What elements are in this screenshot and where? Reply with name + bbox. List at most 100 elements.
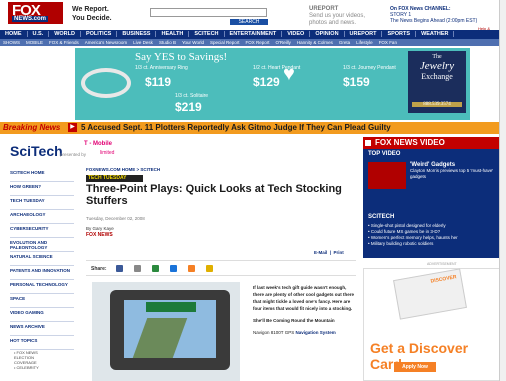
ureport-line-2: photos and news. xyxy=(309,20,357,26)
breadcrumb[interactable]: FOXNEWS.COM HOME > SCITECH xyxy=(86,167,160,172)
video-desc: Clayton Morris previews top 5 'must-have… xyxy=(410,168,494,179)
share-label: Share: xyxy=(91,266,107,272)
subnav-item-2[interactable]: FOX & Friends xyxy=(46,40,82,45)
channel-note: The News Begins Ahead (2:00pm EST) xyxy=(390,18,478,24)
section-nav-item-10[interactable]: VIDEO GAMING xyxy=(10,308,74,322)
subnav-item-11[interactable]: Greta xyxy=(336,40,353,45)
tagline-line-1: We Report. xyxy=(72,6,109,13)
section-nav-item-0[interactable]: SCITECH HOME xyxy=(10,168,74,182)
heart-pendant-icon: ♥ xyxy=(283,63,295,85)
ureport-promo[interactable]: UREPORT Send us your videos, photos and … xyxy=(309,6,365,27)
tmobile-logo[interactable]: T - Mobile xyxy=(84,141,112,147)
nav-item-8[interactable]: VIDEO xyxy=(282,31,311,37)
ad-p2-price: $129 xyxy=(253,75,280,89)
nav-item-0[interactable]: HOME xyxy=(0,31,28,37)
subnav-item-0[interactable]: SHOWS xyxy=(0,40,23,45)
subnav-item-12[interactable]: Lifestyle xyxy=(353,40,376,45)
nav-item-9[interactable]: OPINION xyxy=(310,31,345,37)
search-button[interactable]: SEARCH xyxy=(230,19,268,25)
video-thumbnail[interactable] xyxy=(368,162,406,189)
nav-item-6[interactable]: SCITECH xyxy=(189,31,225,37)
nav-item-2[interactable]: WORLD xyxy=(49,31,81,37)
section-nav-item-11[interactable]: NEWS ARCHIVE xyxy=(10,322,74,336)
section-nav-item-12[interactable]: HOT TOPICS xyxy=(10,336,74,350)
jx-phone: 888.539.3574 xyxy=(412,102,462,107)
ureport-line-1: Send us your videos, xyxy=(309,13,366,19)
section-nav-item-9[interactable]: SPACE xyxy=(10,294,74,308)
subnav-item-10[interactable]: Hannity & Colmes xyxy=(294,40,336,45)
subnav-item-6[interactable]: Your World xyxy=(179,40,207,45)
ad-p4-label: 1/3 ct. Journey Pendant xyxy=(343,65,396,71)
scitech-box-title: SCITECH xyxy=(368,214,395,220)
section-nav: SCITECH HOME HOW GREEN? TECH TUESDAY ARCHAE… xyxy=(10,168,74,370)
logo-newscom: NEWS.com xyxy=(12,16,49,22)
hot-topic-item-3[interactable]: • CELEBRITY xyxy=(10,365,74,370)
article-source: FOX NEWS xyxy=(86,232,113,238)
channel-promo[interactable]: On FOX News CHANNEL: STORY 1 The News Be… xyxy=(390,6,477,24)
email-print-links: E-Mail | Print xyxy=(314,250,344,255)
breaking-news-bar[interactable]: Breaking News ▶ 5 Accused Sept. 11 Plott… xyxy=(0,122,506,134)
tagline-line-2: You Decide. xyxy=(72,15,112,22)
section-nav-item-4[interactable]: CYBERSECURITY xyxy=(10,224,74,238)
print-link[interactable]: Print xyxy=(334,250,344,255)
breaking-label: Breaking News xyxy=(3,123,61,132)
subnav-item-8[interactable]: FOX Report xyxy=(243,40,273,45)
share-digg-icon[interactable] xyxy=(152,265,159,272)
subnav-item-7[interactable]: Special Report xyxy=(207,40,243,45)
vertical-scrollbar[interactable] xyxy=(499,0,506,381)
section-nav-item-8[interactable]: PERSONAL TECHNOLOGY xyxy=(10,280,74,294)
product-name: Navigon 8100T GPS xyxy=(253,330,295,335)
ad-headline: Say YES to Savings! xyxy=(135,51,228,63)
scitech-headlines: • Single-shot pistol designed for elderl… xyxy=(368,223,458,247)
apply-now-button[interactable]: Apply Now xyxy=(394,362,436,372)
article-date: Tuesday, December 02, 2008 xyxy=(86,216,145,221)
scitech-headline-4[interactable]: • Military building robotic soldiers xyxy=(368,241,458,247)
discover-card-image: DISCOVER xyxy=(393,268,467,320)
jewelry-banner-ad[interactable]: Say YES to Savings! 1/3 ct. Anniversary … xyxy=(75,48,470,120)
article-byline: By Gary Kaye xyxy=(86,226,114,231)
section-nav-item-5[interactable]: EVOLUTION AND PALEONTOLOGY xyxy=(10,238,74,252)
article-para-3: Navigon 8100T GPS Navigation System xyxy=(253,329,356,336)
nav-item-12[interactable]: WEATHER xyxy=(416,31,455,37)
share-bar: Share: xyxy=(86,260,356,276)
section-nav-item-6[interactable]: NATURAL SCIENCE xyxy=(10,252,74,266)
nav-item-1[interactable]: U.S. xyxy=(27,31,50,37)
share-email-icon[interactable] xyxy=(134,265,141,272)
share-rss-icon[interactable] xyxy=(188,265,195,272)
jewelry-exchange-logo: The Jewelry Exchange 888.539.3574 xyxy=(408,51,466,113)
breaking-headline[interactable]: 5 Accused Sept. 11 Plotters Reportedly A… xyxy=(81,123,391,132)
section-nav-item-7[interactable]: PATENTS AND INNOVATION xyxy=(10,266,74,280)
subnav-item-5[interactable]: Studio B xyxy=(156,40,179,45)
nav-item-4[interactable]: BUSINESS xyxy=(117,31,157,37)
share-facebook-icon[interactable] xyxy=(116,265,123,272)
article-para-2: She'll Be Coming Round the Mountain xyxy=(253,318,335,323)
fox-video-header[interactable]: FOX NEWS VIDEO xyxy=(363,137,505,149)
discover-card-ad[interactable]: DISCOVER Get a Discover Card. Apply Now xyxy=(363,268,505,381)
nav-item-3[interactable]: POLITICS xyxy=(80,31,118,37)
subnav-item-1[interactable]: MOBILE xyxy=(23,40,46,45)
ureport-title: UREPORT xyxy=(309,6,339,12)
nav-item-11[interactable]: SPORTS xyxy=(382,31,417,37)
product-link[interactable]: Navigation System xyxy=(295,330,335,335)
nav-item-7[interactable]: ENTERTAINMENT xyxy=(224,31,283,37)
section-nav-item-2[interactable]: TECH TUESDAY xyxy=(10,196,74,210)
top-video-label: TOP VIDEO xyxy=(368,151,401,157)
ad-p4-price: $159 xyxy=(343,75,370,89)
subnav-item-13[interactable]: FOX Fan xyxy=(376,40,400,45)
section-nav-item-1[interactable]: HOW GREEN? xyxy=(10,182,74,196)
subnav-item-4[interactable]: Live Desk xyxy=(130,40,156,45)
share-delicious-icon[interactable] xyxy=(170,265,177,272)
foxnews-logo[interactable]: FOX NEWS.com xyxy=(8,2,63,24)
subnav-item-9[interactable]: O'Reilly xyxy=(273,40,294,45)
search-input[interactable] xyxy=(150,8,267,17)
tagline: We Report. You Decide. xyxy=(72,5,112,23)
nav-item-10[interactable]: UREPORT xyxy=(344,31,383,37)
ad-p1-label: 1/3 ct. Anniversary Ring xyxy=(135,65,188,71)
discover-cta: Get a Discover Card. xyxy=(370,340,469,372)
section-nav-item-3[interactable]: ARCHAEOLOGY xyxy=(10,210,74,224)
subnav-item-3[interactable]: America's Newsroom xyxy=(82,40,130,45)
share-bookmark-icon[interactable] xyxy=(206,265,213,272)
email-link[interactable]: E-Mail xyxy=(314,250,327,255)
primary-nav: HOME U.S. WORLD POLITICS BUSINESS HEALTH SCITE… xyxy=(0,30,506,39)
nav-item-5[interactable]: HEALTH xyxy=(156,31,190,37)
